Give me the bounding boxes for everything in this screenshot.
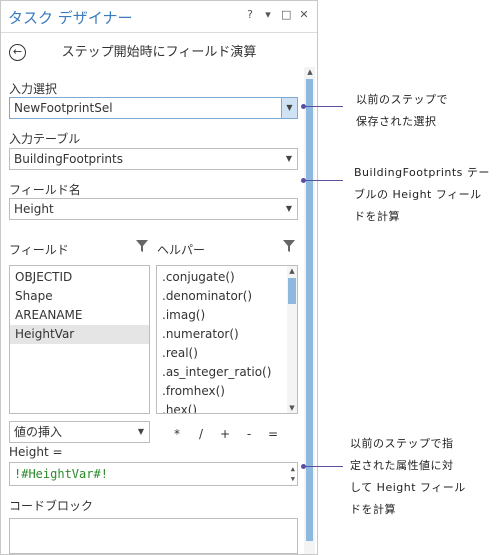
- helper-item[interactable]: .denominator(): [157, 287, 297, 306]
- helper-item[interactable]: .fromhex(): [157, 382, 297, 401]
- expression-label: Height =: [9, 445, 63, 459]
- field-name-label: フィールド名: [9, 183, 81, 197]
- callout-line-text: 以前のステップで: [356, 93, 448, 106]
- fields-label: フィールド: [9, 243, 69, 257]
- callout-saved-selection: 以前のステップで 保存された選択: [356, 89, 448, 133]
- pane-scroll-thumb[interactable]: [306, 79, 313, 541]
- expression-input[interactable]: !#HeightVar#! ▲ ▼: [9, 462, 298, 486]
- insert-values-dropdown[interactable]: 値の挿入 ▼: [9, 421, 150, 443]
- field-item-objectid[interactable]: OBJECTID: [10, 268, 149, 287]
- callout-line-text: ドを計算: [354, 210, 400, 223]
- step-title: ステップ開始時にフィールド演算: [61, 45, 257, 60]
- callout-attribute-value: 以前のステップで指 定された属性値に対 して Height フィール ドを計算: [350, 433, 466, 521]
- input-selection-value: NewFootprintSel: [14, 101, 113, 115]
- callout-line-text: 保存された選択: [356, 115, 437, 128]
- helpers-list: .conjugate() .denominator() .imag() .num…: [156, 265, 298, 414]
- chevron-down-icon[interactable]: ▼: [281, 199, 297, 219]
- fields-filter-icon[interactable]: [135, 239, 149, 253]
- help-icon[interactable]: ?: [245, 9, 255, 21]
- field-item-heightvar[interactable]: HeightVar: [10, 325, 149, 344]
- callout-line-text: ブルの Height フィール: [354, 188, 482, 201]
- input-table-value: BuildingFootprints: [14, 152, 123, 166]
- field-name-value: Height: [14, 202, 54, 216]
- helper-item[interactable]: .hex(): [157, 401, 297, 413]
- helper-item[interactable]: .as_integer_ratio(): [157, 363, 297, 382]
- callout-line-text: BuildingFootprints テー: [354, 166, 490, 179]
- helper-item[interactable]: .imag(): [157, 306, 297, 325]
- callout-line-text: ドを計算: [350, 503, 396, 516]
- callout-line-text: 以前のステップで指: [350, 437, 454, 450]
- pane-scrollbar[interactable]: ▲: [304, 67, 315, 554]
- code-block-label: コードブロック: [9, 499, 94, 513]
- maximize-icon[interactable]: □: [281, 9, 291, 21]
- divide-button[interactable]: /: [189, 427, 213, 441]
- callout-calculate-field: BuildingFootprints テー ブルの Height フィール ドを…: [354, 162, 490, 228]
- helpers-scroll-thumb[interactable]: [288, 278, 296, 304]
- input-selection-dropdown[interactable]: NewFootprintSel ▼: [9, 97, 298, 119]
- helpers-scrollbar[interactable]: ▲ ▼: [287, 266, 297, 413]
- helpers-label: ヘルパー: [157, 243, 206, 257]
- insert-values-label: 値の挿入: [14, 425, 63, 439]
- field-item-shape[interactable]: Shape: [10, 287, 149, 306]
- expression-value: !#HeightVar#!: [14, 467, 108, 481]
- chevron-down-icon[interactable]: ▼: [281, 98, 297, 118]
- helper-item[interactable]: .numerator(): [157, 325, 297, 344]
- fields-list: OBJECTID Shape AREANAME HeightVar: [9, 265, 150, 414]
- helper-item[interactable]: .conjugate(): [157, 268, 297, 287]
- pane-title: タスク デザイナー: [8, 9, 133, 27]
- code-block-input[interactable]: [9, 518, 298, 554]
- input-table-dropdown[interactable]: BuildingFootprints ▼: [9, 148, 298, 170]
- pane-header: タスク デザイナー ? ▾ □ ✕: [1, 1, 317, 33]
- callout-line: [305, 180, 343, 181]
- plus-button[interactable]: +: [213, 427, 237, 441]
- callout-line-text: 定された属性値に対: [350, 459, 454, 472]
- field-item-areaname[interactable]: AREANAME: [10, 306, 149, 325]
- field-name-dropdown[interactable]: Height ▼: [9, 198, 298, 220]
- chevron-down-icon[interactable]: ▼: [281, 149, 297, 169]
- callout-line-text: して Height フィール: [350, 481, 466, 494]
- input-selection-label: 入力選択: [9, 82, 58, 96]
- scroll-up-icon[interactable]: ▲: [305, 67, 315, 77]
- task-designer-pane: タスク デザイナー ? ▾ □ ✕ ← ステップ開始時にフィールド演算 入力選択…: [0, 0, 318, 555]
- close-icon[interactable]: ✕: [299, 9, 309, 21]
- chevron-down-icon[interactable]: ▼: [133, 422, 149, 442]
- helper-item[interactable]: .real(): [157, 344, 297, 363]
- scroll-down-icon[interactable]: ▼: [287, 403, 297, 413]
- multiply-button[interactable]: *: [165, 427, 189, 441]
- callout-line: [305, 466, 343, 467]
- helpers-filter-icon[interactable]: [282, 239, 296, 253]
- options-menu-icon[interactable]: ▾: [263, 9, 273, 21]
- equals-button[interactable]: =: [261, 427, 285, 441]
- minus-button[interactable]: -: [237, 427, 261, 441]
- input-table-label: 入力テーブル: [9, 132, 81, 146]
- operator-buttons: * / + - =: [165, 427, 285, 441]
- header-buttons: ? ▾ □ ✕: [245, 9, 309, 21]
- expression-stepper[interactable]: ▲ ▼: [291, 464, 295, 484]
- scroll-up-icon[interactable]: ▲: [287, 266, 297, 276]
- callout-line: [305, 106, 343, 107]
